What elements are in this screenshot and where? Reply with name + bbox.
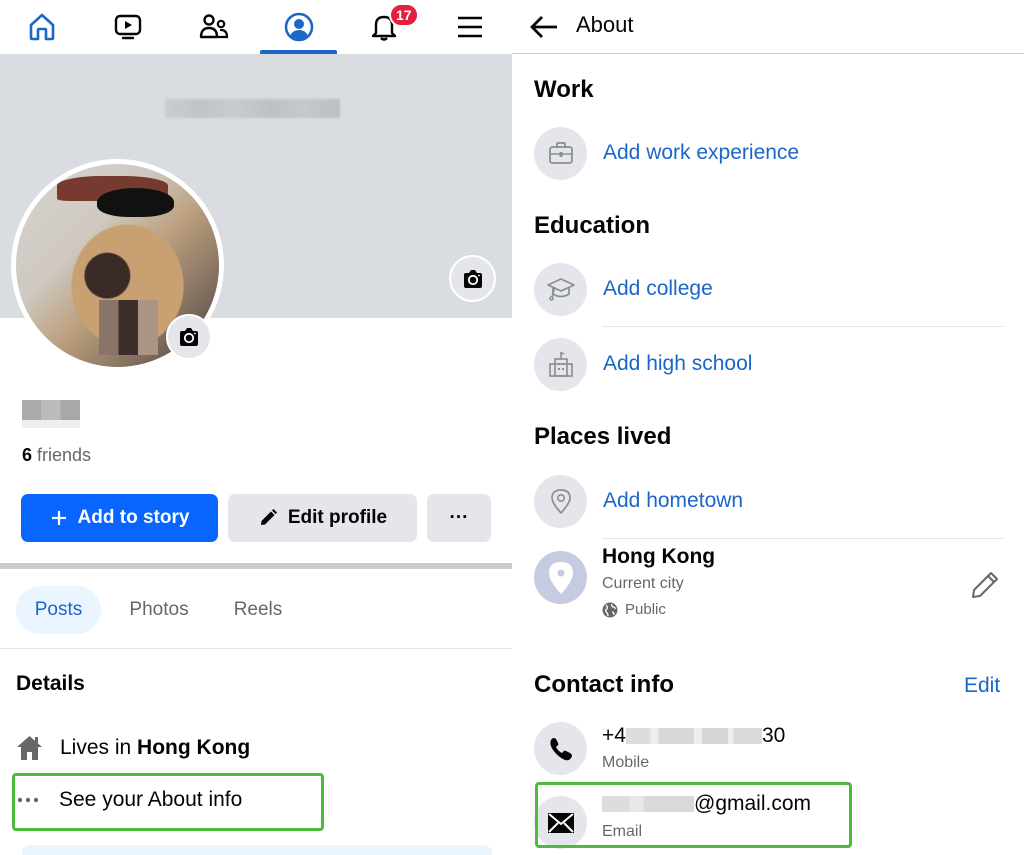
contact-info-heading: Contact info	[534, 671, 674, 698]
blurred-profile-name	[22, 400, 80, 420]
edit-current-city-button[interactable]	[968, 568, 1002, 602]
home-icon	[29, 13, 55, 41]
lives-in-row: Lives in Hong Kong	[16, 732, 250, 764]
nav-video[interactable]	[89, 0, 167, 54]
add-work-link[interactable]: Add work experience	[603, 141, 799, 165]
add-college-link[interactable]: Add college	[603, 277, 713, 301]
lives-in-prefix: Lives in	[60, 736, 138, 759]
add-high-school-row[interactable]: Add high school	[534, 337, 1004, 391]
house-icon	[17, 736, 42, 760]
highlight-box	[535, 782, 852, 848]
more-icon: ···	[449, 507, 469, 528]
graduation-cap-icon-wrap	[534, 262, 587, 316]
phone-icon	[549, 737, 572, 760]
friends-count[interactable]: 6 friends	[22, 445, 91, 466]
profile-icon	[284, 12, 314, 42]
nav-menu[interactable]	[431, 0, 509, 54]
row-divider	[602, 538, 1004, 539]
add-hometown-link[interactable]: Add hometown	[603, 489, 743, 513]
blurred-profile-name-shadow	[22, 420, 80, 428]
profile-tabs: Posts Photos Reels	[0, 569, 512, 649]
work-heading: Work	[534, 76, 594, 103]
friends-number: 6	[22, 445, 33, 465]
blurred-cover-text	[165, 99, 340, 118]
add-high-school-link[interactable]: Add high school	[603, 352, 752, 376]
globe-icon	[602, 602, 618, 617]
screen: 17 6 friends Add to story Edit profile ·…	[0, 0, 1024, 855]
top-nav: 17	[0, 0, 512, 54]
back-arrow-icon	[530, 16, 557, 38]
briefcase-icon	[548, 142, 573, 164]
privacy-label: Public	[625, 601, 666, 618]
tab-photos[interactable]: Photos	[118, 586, 200, 634]
edit-profile-picture-button[interactable]	[166, 314, 212, 360]
notification-badge: 17	[389, 3, 419, 27]
video-icon	[114, 14, 142, 40]
places-lived-heading: Places lived	[534, 423, 672, 450]
add-college-row[interactable]: Add college	[534, 262, 1004, 316]
profile-panel: 17 6 friends Add to story Edit profile ·…	[0, 0, 512, 855]
camera-icon	[463, 269, 482, 288]
graduation-cap-icon	[546, 278, 575, 301]
tab-reels[interactable]: Reels	[222, 586, 294, 634]
back-button[interactable]	[528, 11, 560, 43]
avatar-detail	[97, 188, 175, 217]
nav-friends[interactable]	[175, 0, 253, 54]
nav-profile[interactable]	[260, 0, 338, 54]
friends-label: friends	[32, 445, 92, 465]
phone-label: Mobile	[602, 754, 650, 771]
contact-edit-link[interactable]: Edit	[964, 674, 1000, 698]
phone-icon-wrap	[534, 722, 587, 775]
edit-profile-label: Edit profile	[287, 507, 388, 528]
add-to-story-button[interactable]: Add to story	[21, 494, 218, 542]
plus-icon	[51, 511, 66, 525]
partial-card	[22, 845, 492, 855]
about-header: About	[512, 0, 1024, 54]
location-pin-icon-wrap	[534, 474, 587, 528]
friends-icon	[199, 14, 229, 39]
avatar-pixelation	[99, 300, 159, 355]
school-icon	[548, 352, 573, 377]
privacy-indicator[interactable]: Public	[602, 601, 715, 618]
location-pin-icon	[550, 489, 571, 514]
highlight-box	[12, 773, 324, 831]
phone-suffix: 30	[761, 724, 786, 747]
details-heading: Details	[16, 672, 85, 695]
row-divider	[602, 326, 1004, 327]
more-options-button[interactable]: ···	[427, 494, 491, 542]
phone-number: +4 30	[602, 724, 785, 748]
menu-icon	[458, 16, 482, 38]
phone-redacted	[625, 728, 762, 745]
nav-home[interactable]	[3, 0, 81, 54]
add-work-row[interactable]: Add work experience	[534, 126, 1004, 180]
page-title: About	[576, 12, 634, 37]
phone-prefix: +4	[602, 724, 626, 747]
briefcase-icon-wrap	[534, 126, 587, 180]
current-city-label: Current city	[602, 575, 684, 592]
edit-cover-button[interactable]	[449, 255, 496, 302]
school-icon-wrap	[534, 337, 587, 391]
pencil-icon	[260, 509, 277, 525]
pencil-outline-icon	[972, 572, 998, 598]
city-pin-icon	[548, 561, 573, 594]
add-hometown-row[interactable]: Add hometown	[534, 474, 1004, 528]
about-panel: About Work Add work experience Education…	[512, 0, 1024, 855]
city-pin-icon-wrap	[534, 551, 587, 604]
camera-icon	[180, 328, 198, 346]
current-city-info: Hong Kong Current city Public	[602, 545, 715, 618]
lives-in-city: Hong Kong	[137, 736, 251, 759]
phone-row[interactable]: +4 30 Mobile	[534, 722, 1004, 776]
education-heading: Education	[534, 212, 651, 239]
tab-posts[interactable]: Posts	[16, 586, 101, 634]
add-to-story-label: Add to story	[77, 507, 190, 528]
lives-in-text: Lives in Hong Kong	[60, 736, 250, 760]
current-city-name: Hong Kong	[602, 545, 716, 568]
edit-profile-button[interactable]: Edit profile	[228, 494, 417, 542]
